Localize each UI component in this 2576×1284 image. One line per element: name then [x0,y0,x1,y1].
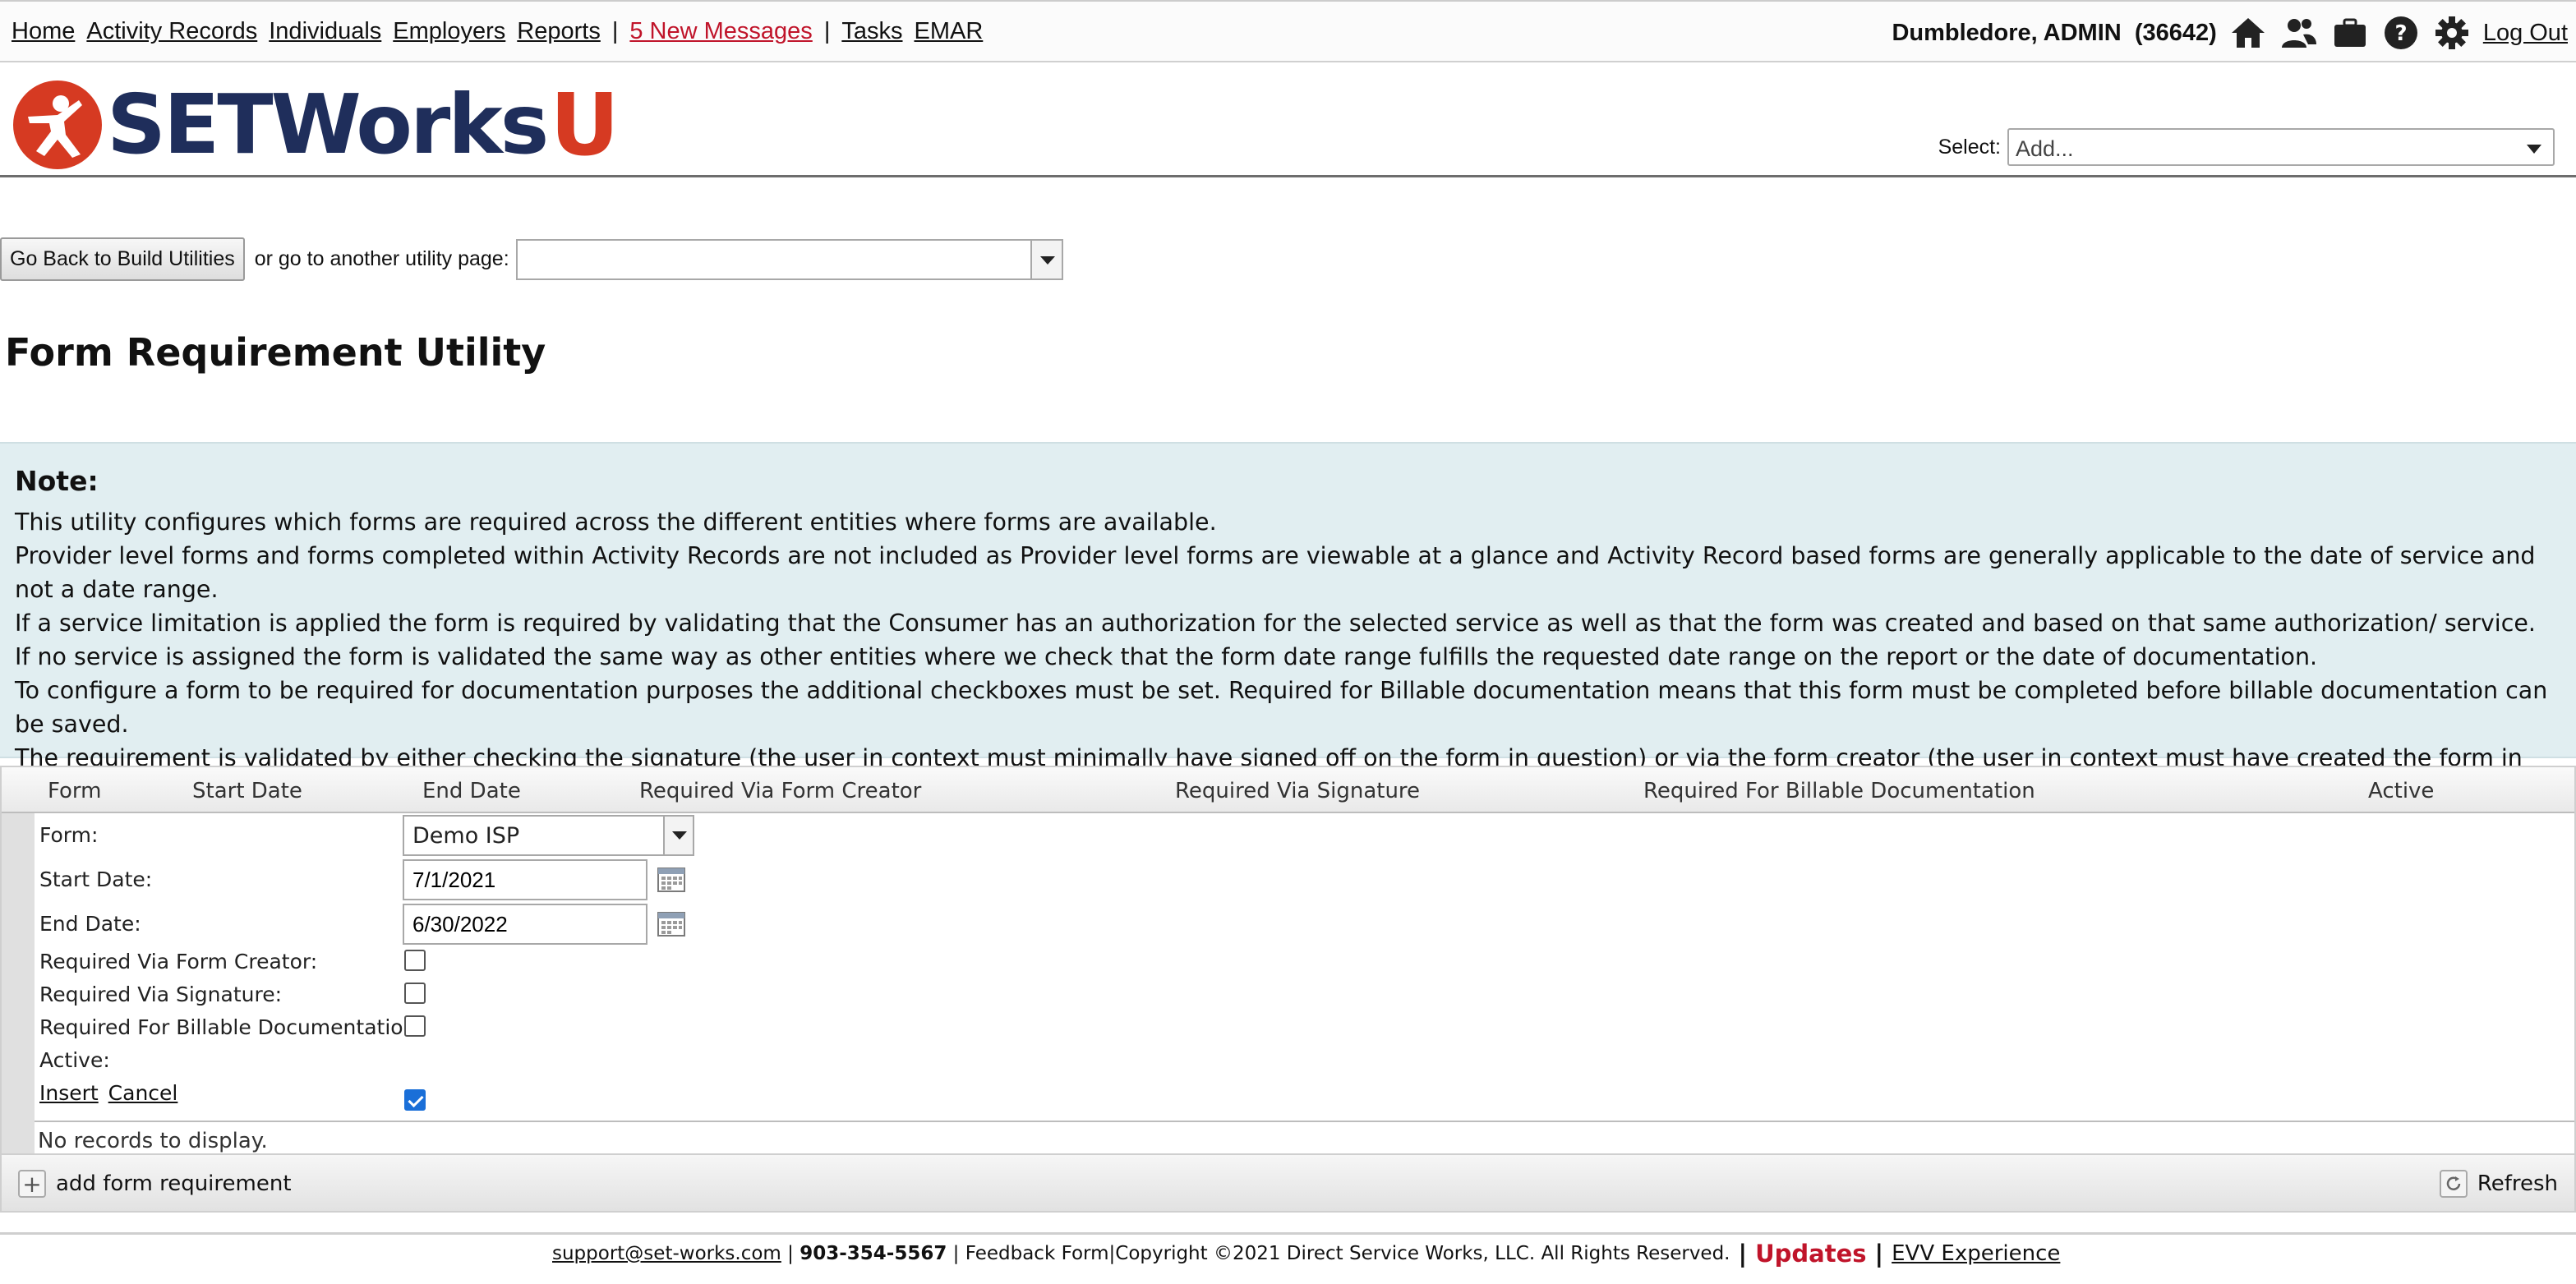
user-bar: Dumbledore, ADMIN (36642) ? Log Out [1892,13,2568,53]
start-date-input[interactable] [403,859,647,900]
nav-separator: | [611,18,619,44]
required-for-billable-label: Required For Billable Documentation: [39,1015,423,1039]
refresh-button[interactable]: Refresh [2439,1170,2558,1198]
nav-new-messages[interactable]: 5 New Messages [629,18,812,45]
required-for-billable-checkbox[interactable] [404,1015,426,1037]
end-date-input[interactable] [403,904,647,945]
app-header: SETWorks U Select: Add... [0,64,2576,177]
utility-nav: Go Back to Build Utilities or go to anot… [0,237,1063,281]
goto-utility-text: or go to another utility page: [254,247,509,270]
evv-experience-link[interactable]: EVV Experience [1892,1241,2060,1266]
user-name: Dumbledore, ADMIN (36642) [1892,19,2217,46]
edit-actions: Insert Cancel [39,1081,181,1105]
nav-individuals[interactable]: Individuals [269,18,381,45]
footer-content: support@set-works.com | 903-354-5567 | F… [552,1240,2060,1268]
chevron-down-icon [2527,145,2541,154]
chevron-down-icon[interactable] [1030,240,1062,278]
grid-header: Form Start Date End Date Required Via Fo… [2,767,2574,813]
nav-activity-records[interactable]: Activity Records [86,18,257,45]
add-form-requirement-button[interactable]: + add form requirement [18,1170,292,1198]
note-line: This utility configures which forms are … [15,509,1217,536]
active-label: Active: [39,1048,110,1072]
feedback-form-link[interactable]: Feedback Form [965,1243,1109,1264]
form-select-value: Demo ISP [412,823,520,849]
edit-row-indicator [2,813,35,1153]
nav-employers[interactable]: Employers [393,18,505,45]
setworks-logo[interactable]: SETWorks U [12,79,620,171]
footer-separator: | [1738,1240,1748,1268]
users-icon[interactable] [2279,13,2319,53]
note-heading: Note: [15,465,99,497]
logout-link[interactable]: Log Out [2483,20,2568,47]
help-icon[interactable]: ? [2381,13,2421,53]
top-nav-bar: Home Activity Records Individuals Employ… [0,0,2576,62]
header-select: Select: Add... [1938,128,2555,166]
logo-word: SETWorks [107,76,549,173]
add-select[interactable]: Add... [2007,128,2555,166]
refresh-label: Refresh [2477,1171,2558,1196]
start-date-label: Start Date: [39,868,153,891]
form-select[interactable]: Demo ISP [403,815,694,856]
column-header-active[interactable]: Active [2368,779,2434,803]
nav-separator: | [823,18,831,44]
note-line: To configure a form to be required for d… [15,677,2548,738]
column-header-end-date[interactable]: End Date [422,779,521,803]
chevron-down-icon[interactable] [663,817,693,854]
end-date-label: End Date: [39,912,141,936]
cancel-link[interactable]: Cancel [108,1081,178,1105]
note-line: Provider level forms and forms completed… [15,542,2536,603]
note-panel: Note: This utility configures which form… [0,442,2576,805]
logo-letter: U [550,75,620,175]
insert-link[interactable]: Insert [39,1081,99,1105]
column-header-required-via-signature[interactable]: Required Via Signature [1175,779,1420,803]
logo-mark-icon [13,81,102,169]
required-via-signature-label: Required Via Signature: [39,983,283,1006]
support-email-link[interactable]: support@set-works.com [552,1243,781,1264]
column-header-required-via-form-creator[interactable]: Required Via Form Creator [639,779,921,803]
insert-form: Form: Demo ISP Start Date: End Date: Req… [39,815,694,1111]
note-line: If no service is assigned the form is va… [15,643,2318,670]
nav-emar[interactable]: EMAR [915,18,984,45]
page-title: Form Requirement Utility [5,330,546,375]
calendar-icon[interactable] [657,866,685,892]
main-nav: Home Activity Records Individuals Employ… [12,18,994,45]
support-phone: 903-354-5567 [800,1243,947,1264]
utility-page-select[interactable] [515,238,1063,280]
svg-text:?: ? [2394,21,2407,46]
copyright-text: |Copyright ©2021 Direct Service Works, L… [1108,1243,1730,1264]
header-select-label: Select: [1938,135,2001,159]
updates-link[interactable]: Updates [1755,1240,1866,1268]
footer-separator: | [952,1243,960,1264]
add-select-value: Add... [2016,136,2074,161]
page-footer: support@set-works.com | 903-354-5567 | F… [0,1232,2576,1284]
plus-icon: + [18,1170,46,1198]
form-label: Form: [39,823,99,847]
required-via-signature-checkbox[interactable] [404,983,426,1004]
nav-home[interactable]: Home [12,18,75,45]
required-via-form-creator-label: Required Via Form Creator: [39,950,318,973]
back-to-build-utilities-button[interactable]: Go Back to Build Utilities [0,237,245,281]
refresh-icon [2439,1170,2468,1198]
gear-icon[interactable] [2432,13,2472,53]
footer-separator: | [787,1243,794,1264]
active-checkbox[interactable] [404,1089,426,1111]
form-requirement-grid: Form Start Date End Date Required Via Fo… [0,766,2576,1213]
calendar-icon[interactable] [657,910,685,937]
nav-tasks[interactable]: Tasks [841,18,902,45]
column-header-required-for-billable[interactable]: Required For Billable Documentation [1643,779,2035,803]
required-via-form-creator-checkbox[interactable] [404,950,426,971]
footer-separator: | [1874,1240,1884,1268]
home-icon[interactable] [2228,13,2268,53]
grid-command-bar: + add form requirement Refresh [2,1153,2574,1211]
briefcase-icon[interactable] [2330,13,2370,53]
note-line: If a service limitation is applied the f… [15,610,2536,637]
nav-reports[interactable]: Reports [517,18,601,45]
column-header-start-date[interactable]: Start Date [192,779,302,803]
add-form-requirement-label: add form requirement [56,1171,292,1196]
column-header-form[interactable]: Form [48,779,102,803]
